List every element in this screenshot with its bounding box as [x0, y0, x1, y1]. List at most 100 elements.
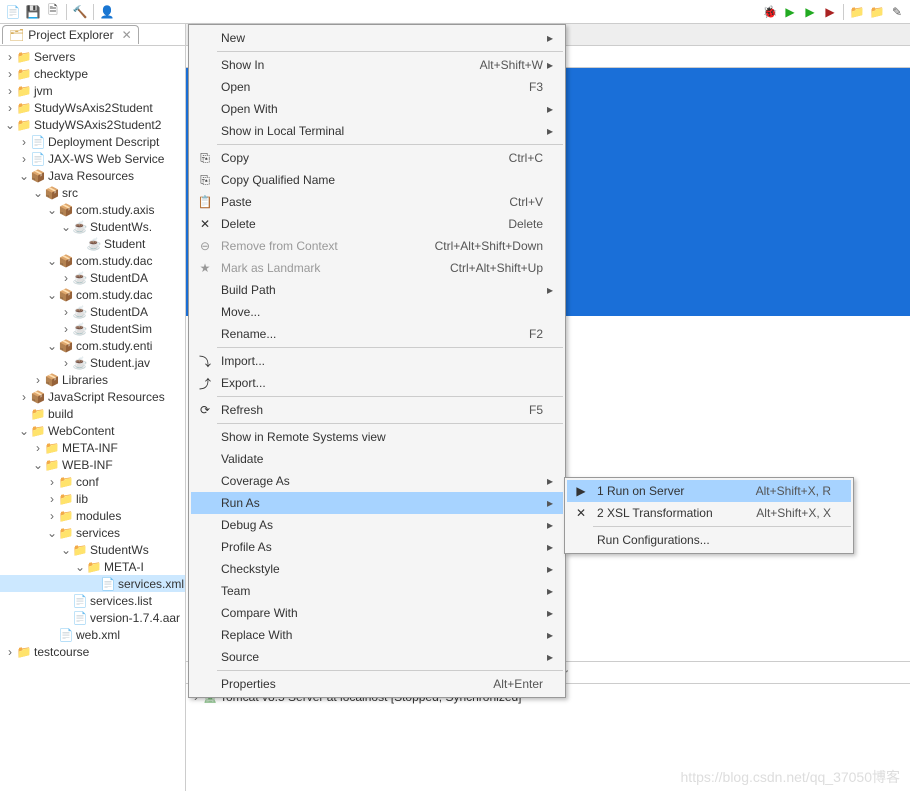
save-icon[interactable]: 💾 — [24, 3, 42, 21]
tree-item[interactable]: ⌄📦src — [0, 184, 185, 201]
tree-item[interactable]: ›📦Libraries — [0, 371, 185, 388]
tree-twisty[interactable]: › — [32, 441, 44, 455]
project-tree[interactable]: ›📁Servers›📁checktype›📁jvm›📁StudyWsAxis2S… — [0, 46, 185, 791]
tree-twisty[interactable]: › — [4, 101, 16, 115]
tree-item[interactable]: ›☕StudentDA — [0, 269, 185, 286]
tree-item[interactable]: ›📁testcourse — [0, 643, 185, 660]
menu-item[interactable]: ⤵Import... — [191, 350, 563, 372]
tree-item[interactable]: ›📦JavaScript Resources — [0, 388, 185, 405]
folder-icon[interactable]: 📁 — [868, 3, 886, 21]
close-icon[interactable]: ✕ — [122, 28, 132, 42]
tree-twisty[interactable]: ⌄ — [74, 560, 86, 574]
run-as-submenu[interactable]: ▶1 Run on ServerAlt+Shift+X, R✕2 XSL Tra… — [564, 477, 854, 554]
tree-item[interactable]: ›📁lib — [0, 490, 185, 507]
menu-item[interactable]: Show InAlt+Shift+W▸ — [191, 54, 563, 76]
new-icon[interactable]: 📄 — [4, 3, 22, 21]
tree-twisty[interactable]: › — [4, 645, 16, 659]
menu-item[interactable]: ✕DeleteDelete — [191, 213, 563, 235]
menu-item[interactable]: Replace With▸ — [191, 624, 563, 646]
build-icon[interactable]: 🔨 — [71, 3, 89, 21]
tree-twisty[interactable]: › — [32, 373, 44, 387]
tree-item[interactable]: 📄services.xml — [0, 575, 185, 592]
tree-item[interactable]: 📄services.list — [0, 592, 185, 609]
tree-item[interactable]: ⌄📦com.study.dac — [0, 252, 185, 269]
tree-item[interactable]: ›☕StudentSim — [0, 320, 185, 337]
menu-item[interactable]: Source▸ — [191, 646, 563, 668]
menu-item[interactable]: Team▸ — [191, 580, 563, 602]
tree-twisty[interactable]: ⌄ — [32, 458, 44, 472]
tree-item[interactable]: ›📄Deployment Descript — [0, 133, 185, 150]
tree-item[interactable]: ⌄📁StudentWs — [0, 541, 185, 558]
tree-item[interactable]: ⌄📁StudyWSAxis2Student2 — [0, 116, 185, 133]
tree-item[interactable]: 📄version-1.7.4.aar — [0, 609, 185, 626]
folder-icon[interactable]: 📁 — [848, 3, 866, 21]
tree-item[interactable]: ⌄📁services — [0, 524, 185, 541]
tree-item[interactable]: ☕Student — [0, 235, 185, 252]
tree-twisty[interactable]: › — [46, 475, 58, 489]
menu-item[interactable]: ⎘CopyCtrl+C — [191, 147, 563, 169]
tree-item[interactable]: ⌄📁META-I — [0, 558, 185, 575]
tree-item[interactable]: ›📁modules — [0, 507, 185, 524]
tree-twisty[interactable]: ⌄ — [46, 203, 58, 217]
wand-icon[interactable]: ✎ — [888, 3, 906, 21]
tree-twisty[interactable]: ⌄ — [46, 288, 58, 302]
menu-item[interactable]: Build Path▸ — [191, 279, 563, 301]
tree-twisty[interactable]: › — [60, 322, 72, 336]
menu-item[interactable]: Checkstyle▸ — [191, 558, 563, 580]
save-all-icon[interactable]: 🗎 — [44, 3, 62, 21]
tree-item[interactable]: ›☕StudentDA — [0, 303, 185, 320]
tree-twisty[interactable]: ⌄ — [32, 186, 44, 200]
menu-item[interactable]: Show in Remote Systems view — [191, 426, 563, 448]
tree-twisty[interactable]: › — [60, 305, 72, 319]
menu-item[interactable]: ✕2 XSL TransformationAlt+Shift+X, X — [567, 502, 851, 524]
menu-item[interactable]: 📋PasteCtrl+V — [191, 191, 563, 213]
menu-item[interactable]: PropertiesAlt+Enter — [191, 673, 563, 695]
tree-item[interactable]: ›📁conf — [0, 473, 185, 490]
tree-twisty[interactable]: › — [18, 390, 30, 404]
menu-item[interactable]: ▶1 Run on ServerAlt+Shift+X, R — [567, 480, 851, 502]
tree-item[interactable]: ⌄📦com.study.enti — [0, 337, 185, 354]
context-menu[interactable]: New▸ Show InAlt+Shift+W▸OpenF3Open With▸ S… — [188, 24, 566, 698]
tree-twisty[interactable]: › — [60, 356, 72, 370]
tree-item[interactable]: ⌄📁WebContent — [0, 422, 185, 439]
tree-item[interactable]: ›📁checktype — [0, 65, 185, 82]
tree-item[interactable]: ›📁jvm — [0, 82, 185, 99]
tree-item[interactable]: ›☕Student.jav — [0, 354, 185, 371]
menu-item[interactable]: Debug As▸ — [191, 514, 563, 536]
run-icon[interactable]: ▶ — [781, 3, 799, 21]
tree-twisty[interactable]: › — [4, 84, 16, 98]
tree-item[interactable]: ⌄📦com.study.axis — [0, 201, 185, 218]
tree-item[interactable]: 📁build — [0, 405, 185, 422]
tree-twisty[interactable]: › — [4, 67, 16, 81]
tree-twisty[interactable]: › — [60, 271, 72, 285]
tree-item[interactable]: 📄web.xml — [0, 626, 185, 643]
menu-item[interactable]: Open With▸ — [191, 98, 563, 120]
menu-item[interactable]: OpenF3 — [191, 76, 563, 98]
menu-item[interactable]: ⤴Export... — [191, 372, 563, 394]
tree-twisty[interactable]: ⌄ — [46, 526, 58, 540]
project-explorer-tab[interactable]: 🗂 Project Explorer ✕ — [2, 25, 139, 44]
coverage-icon[interactable]: ▶ — [801, 3, 819, 21]
tree-twisty[interactable]: ⌄ — [60, 220, 72, 234]
menu-item[interactable]: Compare With▸ — [191, 602, 563, 624]
menu-item[interactable]: Run As▸ — [191, 492, 563, 514]
menu-item[interactable]: Move... — [191, 301, 563, 323]
menu-item[interactable]: Rename...F2 — [191, 323, 563, 345]
tree-twisty[interactable]: ⌄ — [60, 543, 72, 557]
tree-twisty[interactable]: ⌄ — [46, 339, 58, 353]
tree-item[interactable]: ›📁Servers — [0, 48, 185, 65]
tree-item[interactable]: ›📄JAX-WS Web Service — [0, 150, 185, 167]
tree-twisty[interactable]: ⌄ — [18, 424, 30, 438]
menu-item[interactable]: Profile As▸ — [191, 536, 563, 558]
tree-twisty[interactable]: ⌄ — [46, 254, 58, 268]
tree-item[interactable]: ›📁META-INF — [0, 439, 185, 456]
tree-twisty[interactable]: ⌄ — [4, 118, 16, 132]
menu-item[interactable]: Coverage As▸ — [191, 470, 563, 492]
tree-twisty[interactable]: › — [46, 509, 58, 523]
menu-item[interactable]: ⎘Copy Qualified Name — [191, 169, 563, 191]
menu-item[interactable]: New▸ — [191, 27, 563, 49]
user-icon[interactable]: 👤 — [98, 3, 116, 21]
tree-twisty[interactable]: › — [4, 50, 16, 64]
ext-run-icon[interactable]: ▶ — [821, 3, 839, 21]
tree-twisty[interactable]: › — [18, 135, 30, 149]
